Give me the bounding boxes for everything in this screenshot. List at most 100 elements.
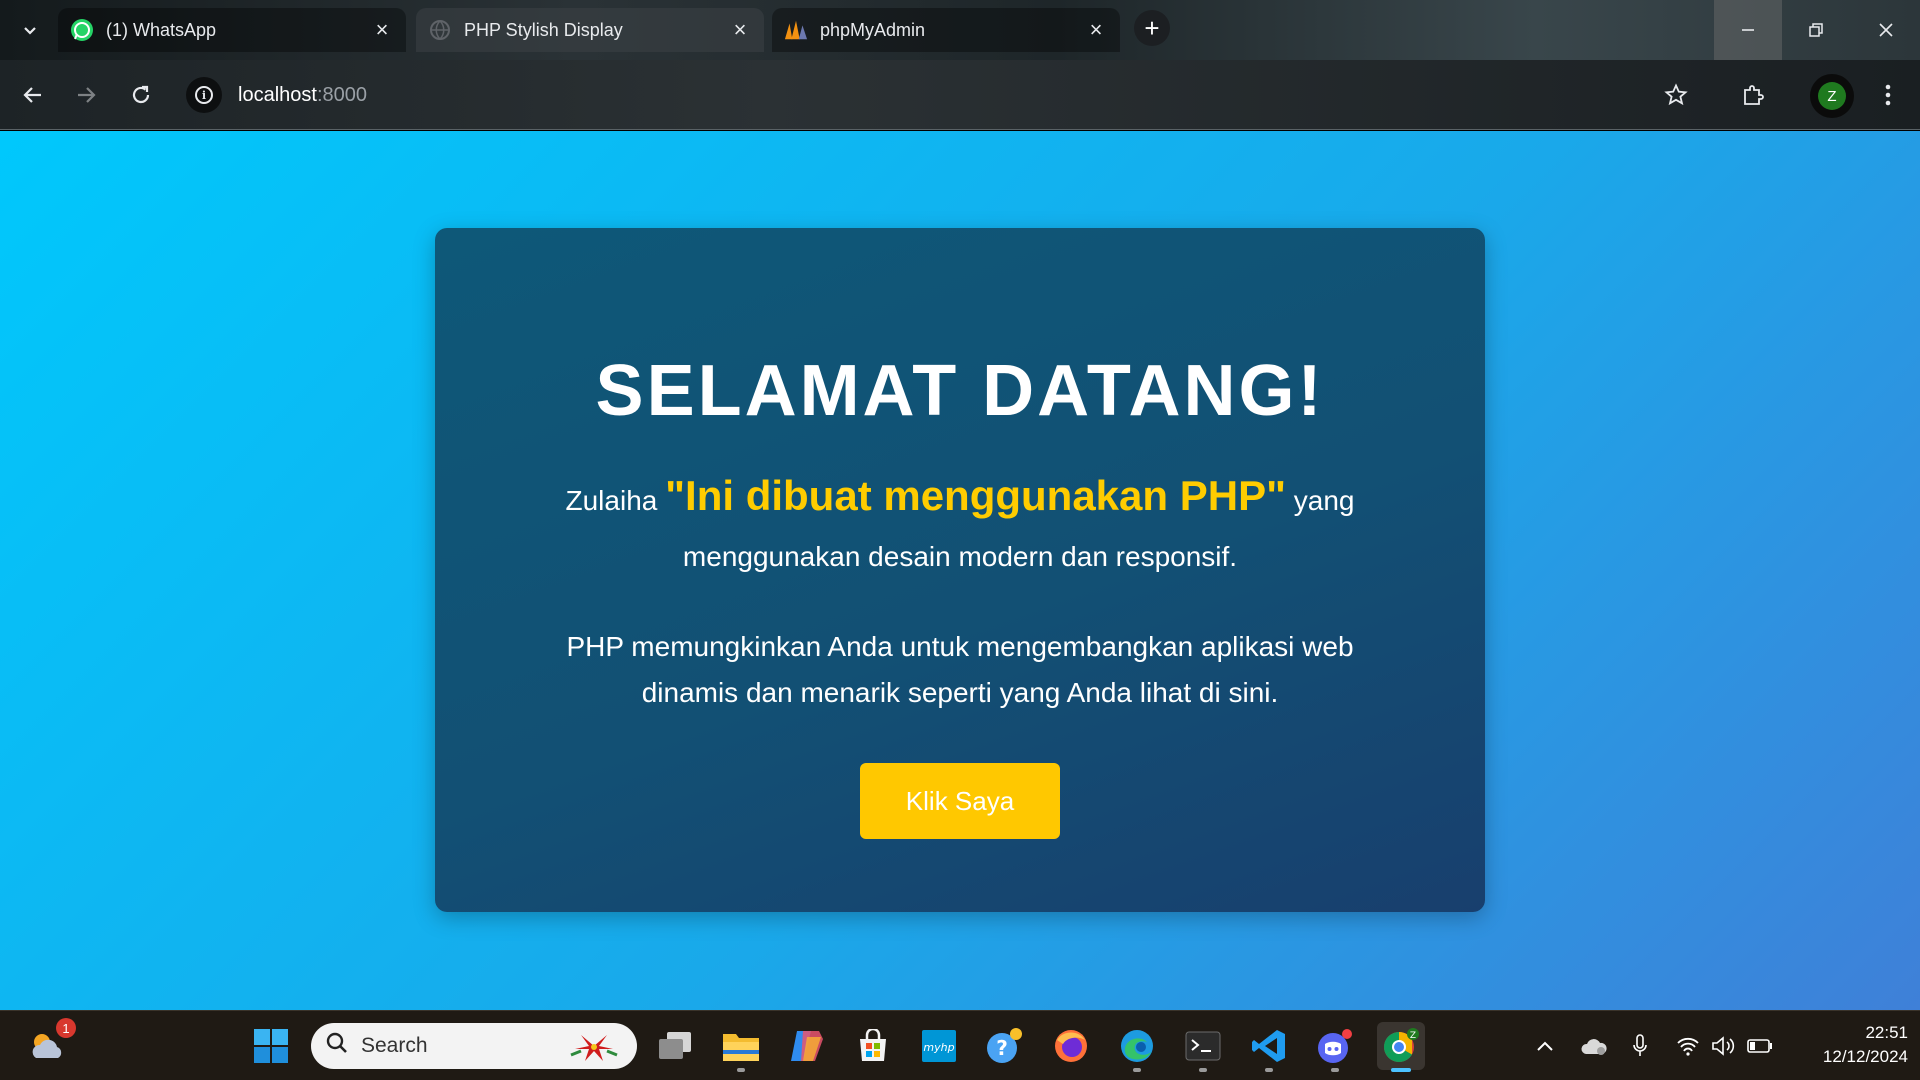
vscode-button[interactable] [1245,1022,1293,1072]
start-button[interactable] [247,1022,295,1070]
active-indicator [1391,1068,1411,1072]
microphone-icon [1633,1034,1647,1056]
reload-icon [132,85,150,104]
welcome-card: SELAMAT DATANG! Zulaiha "Ini dibuat meng… [435,228,1485,912]
tab-php-stylish-display[interactable]: PHP Stylish Display × [416,8,764,52]
terminal-icon [1185,1031,1221,1061]
start-icon [254,1029,288,1063]
tab-phpmyadmin[interactable]: phpMyAdmin × [772,8,1120,52]
discord-button[interactable] [1311,1022,1359,1072]
close-tab-icon[interactable]: × [370,17,394,42]
chrome-profile-badge: Z [1410,1031,1416,1041]
lead-highlight: "Ini dibuat menggunakan PHP" [665,472,1286,519]
bookmark-button[interactable] [1656,75,1696,115]
discord-icon [1318,1029,1352,1063]
microsoft-store-icon [860,1029,886,1061]
page-viewport: SELAMAT DATANG! Zulaiha "Ini dibuat meng… [0,131,1920,1010]
file-explorer-icon [723,1034,759,1061]
restore-button[interactable] [1782,0,1850,60]
profile-button[interactable]: Z [1810,74,1854,118]
weather-widget[interactable]: 1 [24,1018,76,1070]
windows-taskbar: 1 Search myhp ? Z 22:51 12/12/2024 [0,1010,1920,1080]
taskbar-search[interactable]: Search [311,1023,637,1069]
restore-icon [1809,23,1823,37]
firefox-icon [1055,1030,1087,1062]
network-tray[interactable] [1672,1011,1704,1080]
klik-saya-button[interactable]: Klik Saya [860,763,1060,839]
phpmyadmin-icon [784,18,808,42]
clock-date: 12/12/2024 [1822,1047,1908,1066]
close-tab-icon[interactable]: × [1084,17,1108,42]
whatsapp-icon [70,18,94,42]
chevron-down-icon [24,27,36,35]
puzzle-icon [1744,85,1764,105]
back-button[interactable] [13,75,53,115]
myhp-button[interactable]: myhp [915,1022,963,1070]
wifi-icon [1677,1037,1699,1056]
tab-whatsapp[interactable]: (1) WhatsApp × [58,8,406,52]
minimize-icon [1742,29,1754,31]
close-icon [1879,23,1893,37]
get-help-icon: ? [987,1028,1022,1063]
task-view-button[interactable] [651,1022,699,1070]
running-indicator [1265,1068,1273,1072]
copilot-button[interactable] [783,1022,831,1070]
url-text[interactable]: localhost:8000 [238,84,367,107]
copilot-icon [791,1031,823,1061]
forward-button[interactable] [66,75,106,115]
chrome-button[interactable]: Z [1377,1022,1425,1072]
volume-icon [1712,1036,1735,1056]
close-window-button[interactable] [1852,0,1920,60]
myhp-icon: myhp [922,1030,956,1062]
site-info-button[interactable]: i [186,77,222,113]
battery-icon [1747,1039,1772,1053]
terminal-button[interactable] [1179,1022,1227,1072]
chevron-up-icon [1537,1041,1553,1051]
arrow-left-icon [23,87,41,103]
tab-title: (1) WhatsApp [106,19,217,40]
extensions-button[interactable] [1733,75,1773,115]
clock[interactable]: 22:51 12/12/2024 [1788,1021,1908,1069]
microsoft-store-button[interactable] [849,1022,897,1070]
get-help-button[interactable]: ? [981,1022,1029,1070]
profile-avatar: Z [1818,82,1846,110]
edge-button[interactable] [1113,1022,1161,1072]
running-indicator [1331,1068,1339,1072]
volume-tray[interactable] [1708,1011,1740,1080]
tab-search-button[interactable] [10,10,50,50]
edge-icon [1121,1030,1153,1062]
arrow-right-icon [78,87,96,103]
microphone-tray[interactable] [1625,1011,1655,1080]
chrome-icon: Z [1383,1028,1419,1063]
close-tab-icon[interactable]: × [728,17,752,42]
clock-time: 22:51 [1865,1023,1908,1042]
running-indicator [1133,1068,1141,1072]
battery-tray[interactable] [1744,1011,1776,1080]
minimize-button[interactable] [1714,0,1782,60]
tab-strip: (1) WhatsApp × PHP Stylish Display × php… [0,0,1920,60]
myhp-label: myhp [923,1041,954,1054]
info-icon: i [195,86,213,104]
more-vert-icon [1885,84,1891,106]
plus-icon: + [1144,12,1160,43]
onedrive-tray[interactable] [1576,1011,1612,1080]
notification-badge: 1 [56,1018,76,1038]
poinsettia-icon [567,1029,621,1071]
url-host: localhost [238,83,317,106]
reload-button[interactable] [121,75,161,115]
page-title: SELAMAT DATANG! [595,351,1325,431]
description-paragraph: PHP memungkinkan Anda untuk mengembangka… [566,631,1354,708]
url-port: :8000 [316,83,367,106]
show-hidden-icons-button[interactable] [1530,1011,1560,1080]
new-tab-button[interactable]: + [1134,10,1170,46]
search-icon [325,1031,349,1062]
firefox-button[interactable] [1047,1022,1095,1070]
lead-name: Zulaiha [565,485,658,516]
globe-icon [428,18,452,42]
address-bar[interactable]: i localhost:8000 [182,72,1742,118]
cloud-icon [1581,1039,1607,1055]
browser-toolbar: i localhost:8000 Z [0,60,1920,130]
file-explorer-button[interactable] [717,1022,765,1072]
browser-menu-button[interactable] [1868,75,1908,115]
svg-text:?: ? [996,1036,1008,1060]
